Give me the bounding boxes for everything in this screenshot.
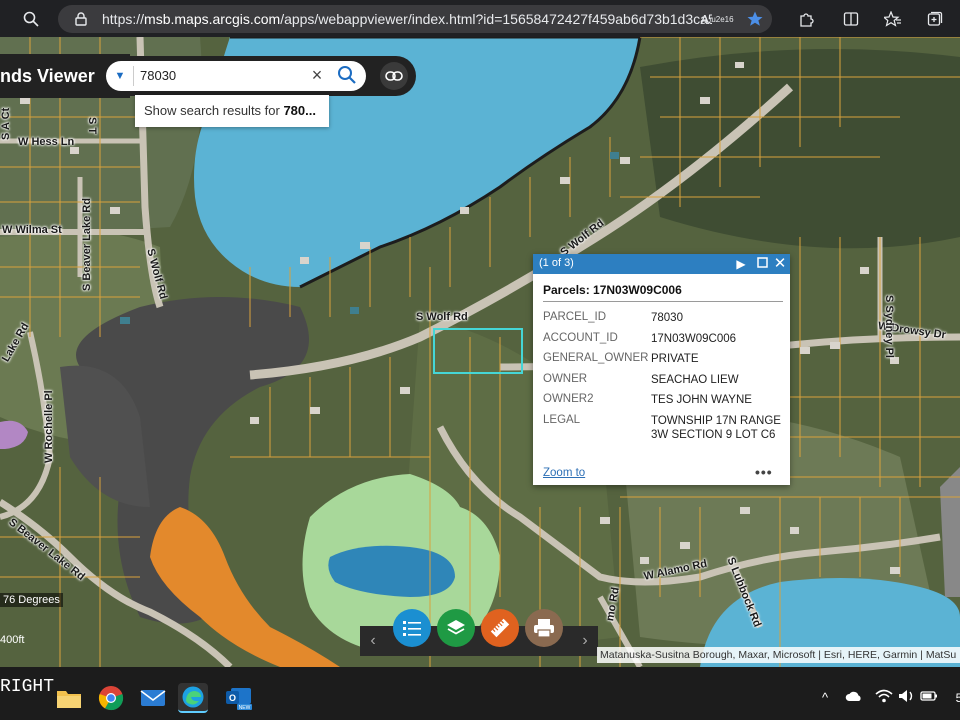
list-icon xyxy=(403,621,421,636)
svg-text:O: O xyxy=(229,693,236,703)
attribute-value: PRIVATE xyxy=(651,353,699,365)
map-view[interactable]: W Hess Ln W Wilma St S Beaver Lake Rd S … xyxy=(0,37,960,667)
more-actions-button[interactable]: ••• xyxy=(755,464,773,480)
measure-icon xyxy=(490,618,510,638)
attribute-key: PARCEL_ID xyxy=(543,311,607,323)
road-label-s-t: S T xyxy=(86,117,98,135)
outlook-new-icon[interactable]: O NEW xyxy=(224,683,254,713)
edge-icon[interactable] xyxy=(178,683,208,713)
split-icon[interactable] xyxy=(840,8,862,30)
chevron-up-icon[interactable]: ^ xyxy=(816,689,834,707)
attribute-value: TES JOHN WAYNE xyxy=(651,394,752,406)
attribute-value: SEACHAO LIEW xyxy=(651,374,739,386)
share-link-button[interactable] xyxy=(380,62,408,90)
measurement-button[interactable] xyxy=(481,609,519,647)
attribute-value: TOWNSHIP 17N RANGE 3W SECTION 9 LOT C6 xyxy=(651,415,781,441)
url-text: https://msb.maps.arcgis.com/apps/webappv… xyxy=(102,11,712,27)
layers-icon xyxy=(447,620,465,635)
maximize-button[interactable] xyxy=(754,256,770,272)
zoom-to-link[interactable]: Zoom to xyxy=(543,467,585,479)
layer-list-button[interactable] xyxy=(437,609,475,647)
search-input[interactable] xyxy=(140,64,300,86)
search-icon[interactable] xyxy=(20,8,42,30)
attribute-key: OWNER xyxy=(543,373,588,385)
search-source-dropdown[interactable]: ▼ xyxy=(110,66,130,86)
clear-search-icon[interactable]: × xyxy=(308,66,326,84)
road-label-s-beaver-lake: S Beaver Lake Rd xyxy=(81,198,93,291)
road-label-w-wilma: W Wilma St xyxy=(2,224,62,236)
search-icon xyxy=(338,66,356,84)
extensions-icon[interactable] xyxy=(795,8,817,30)
feature-popup: (1 of 3) ▶ ✕ Parcels: 17N03W09C006 PARCE… xyxy=(533,254,790,485)
map-attribution: Matanuska-Susitna Borough, Maxar, Micros… xyxy=(597,647,960,663)
attribute-key: LEGAL xyxy=(543,414,581,426)
search-suggestion[interactable]: Show search results for 780... xyxy=(135,95,329,127)
scale-degrees: 76 Degrees xyxy=(0,593,63,607)
attribute-key: ACCOUNT_ID xyxy=(543,332,618,344)
popup-title: Parcels: 17N03W09C006 xyxy=(543,283,682,297)
scale-distance: 400ft xyxy=(0,634,25,646)
road-label-w-rochelle: W Rochelle Pl xyxy=(43,390,55,463)
collections-icon[interactable] xyxy=(924,8,946,30)
taskbar-left-text: RIGHT xyxy=(0,677,55,697)
favorites-icon[interactable] xyxy=(882,8,904,30)
lock-icon[interactable] xyxy=(70,8,92,30)
svg-text:NEW: NEW xyxy=(239,705,251,711)
clock-text[interactable]: 5 xyxy=(950,689,960,707)
file-explorer-icon[interactable] xyxy=(54,683,84,713)
toolbar-prev-button[interactable]: ‹ xyxy=(364,630,382,652)
attribute-value: 17N03W09C006 xyxy=(651,333,737,345)
next-feature-button[interactable]: ▶ xyxy=(733,256,749,272)
browser-address-bar: https://msb.maps.arcgis.com/apps/webappv… xyxy=(0,0,960,37)
road-label-w-hess: W Hess Ln xyxy=(18,136,75,148)
wifi-icon[interactable] xyxy=(875,689,893,707)
search-button[interactable] xyxy=(336,64,358,86)
popup-count: (1 of 3) xyxy=(539,257,574,269)
url-field[interactable]: https://msb.maps.arcgis.com/apps/webappv… xyxy=(58,5,772,33)
reader-icon[interactable]: A \u2e16 xyxy=(700,8,733,30)
road-label-s-sydney: S Sydney Pl xyxy=(883,295,895,358)
link-icon xyxy=(385,71,403,81)
popup-divider xyxy=(543,301,783,302)
battery-icon[interactable] xyxy=(920,689,938,707)
road-label-s-a-ct: S A Ct xyxy=(0,107,12,140)
search-divider xyxy=(133,66,134,86)
mail-icon[interactable] xyxy=(138,683,168,713)
map-imagery xyxy=(0,37,960,667)
road-label-s-wolf-main: S Wolf Rd xyxy=(416,311,468,323)
close-popup-button[interactable]: ✕ xyxy=(772,256,788,272)
attribute-key: GENERAL_OWNER xyxy=(543,352,649,364)
volume-icon[interactable] xyxy=(898,689,916,707)
chrome-icon[interactable] xyxy=(96,683,126,713)
popup-header: (1 of 3) ▶ ✕ xyxy=(533,254,790,274)
star-icon[interactable] xyxy=(744,8,766,30)
legend-button[interactable] xyxy=(393,609,431,647)
toolbar-next-button[interactable]: › xyxy=(576,630,594,652)
print-button[interactable] xyxy=(525,609,563,647)
attribute-value: 78030 xyxy=(651,312,683,324)
attribute-key: OWNER2 xyxy=(543,393,594,405)
cloud-icon[interactable] xyxy=(845,689,863,707)
print-icon xyxy=(534,619,554,638)
maximize-icon xyxy=(756,257,768,268)
